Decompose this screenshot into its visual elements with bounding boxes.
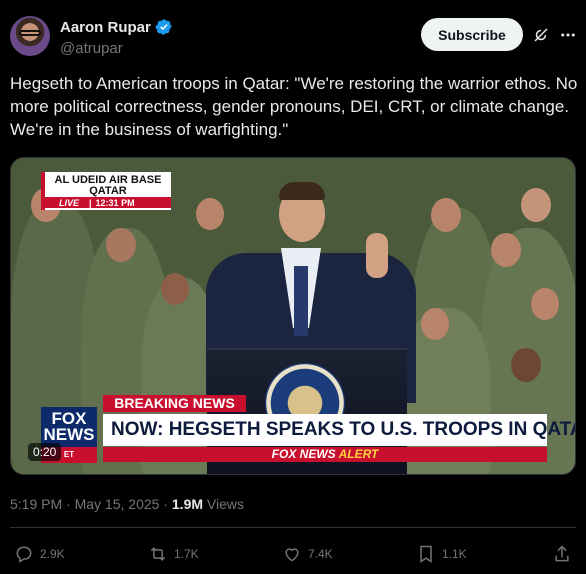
live-label: LIVE	[59, 197, 80, 208]
repost-count: 1.7K	[174, 547, 199, 561]
subscribe-button[interactable]: Subscribe	[421, 18, 523, 51]
author-handle[interactable]: @atrupar	[60, 40, 123, 57]
reply-button[interactable]: 2.9K	[14, 544, 65, 564]
verified-badge-icon	[155, 19, 172, 35]
bookmark-count: 1.1K	[442, 547, 467, 561]
author-name[interactable]: Aaron Rupar	[60, 19, 151, 36]
like-button[interactable]: 7.4K	[282, 544, 333, 564]
grok-icon[interactable]	[532, 26, 550, 44]
logo-news: NEWS	[43, 425, 95, 444]
meta-dot: ·	[163, 496, 168, 512]
location-chyron: AL UDEID AIR BASE QATAR LIVE | 12:31 PM	[41, 172, 171, 210]
video-frame: AL UDEID AIR BASE QATAR LIVE | 12:31 PM …	[11, 158, 575, 474]
fox-alert-bar: FOX NEWS ALERT	[103, 447, 547, 462]
reply-count: 2.9K	[40, 547, 65, 561]
alert-word: ALERT	[338, 447, 379, 461]
divider	[10, 527, 576, 528]
share-icon	[555, 545, 569, 562]
bookmark-icon	[420, 545, 432, 563]
like-icon	[285, 548, 299, 562]
like-count: 7.4K	[308, 547, 333, 561]
meta-separator: ·	[62, 496, 75, 512]
avatar[interactable]	[10, 16, 50, 56]
video-player[interactable]: AL UDEID AIR BASE QATAR LIVE | 12:31 PM …	[10, 157, 576, 475]
more-icon[interactable]	[558, 26, 578, 44]
tweet-text: Hegseth to American troops in Qatar: "We…	[10, 74, 583, 139]
repost-button[interactable]: 1.7K	[148, 544, 199, 564]
alert-brand: FOX NEWS	[271, 447, 336, 461]
live-bar: LIVE | 12:31 PM	[45, 197, 171, 208]
bookmark-button[interactable]: 1.1K	[416, 544, 467, 564]
tweet-time[interactable]: 5:19 PM	[10, 496, 62, 512]
repost-icon	[150, 547, 166, 561]
video-elapsed-time: 0:20	[28, 443, 62, 461]
reply-icon	[16, 546, 32, 563]
tweet-date[interactable]: May 15, 2025	[75, 496, 160, 512]
author-name-row[interactable]: Aaron Rupar	[60, 18, 173, 36]
live-time: 12:31 PM	[95, 197, 135, 208]
news-headline: NOW: HEGSETH SPEAKS TO U.S. TROOPS IN QA…	[103, 414, 575, 446]
views-count: 1.9M	[171, 496, 204, 512]
location-line-2: QATAR	[89, 185, 127, 197]
share-button[interactable]	[552, 544, 572, 564]
views-label: Views	[206, 496, 244, 512]
breaking-news-banner: BREAKING NEWS	[103, 395, 246, 412]
tweet-meta: 5:19 PM · May 15, 2025 · 1.9M Views	[10, 496, 244, 512]
